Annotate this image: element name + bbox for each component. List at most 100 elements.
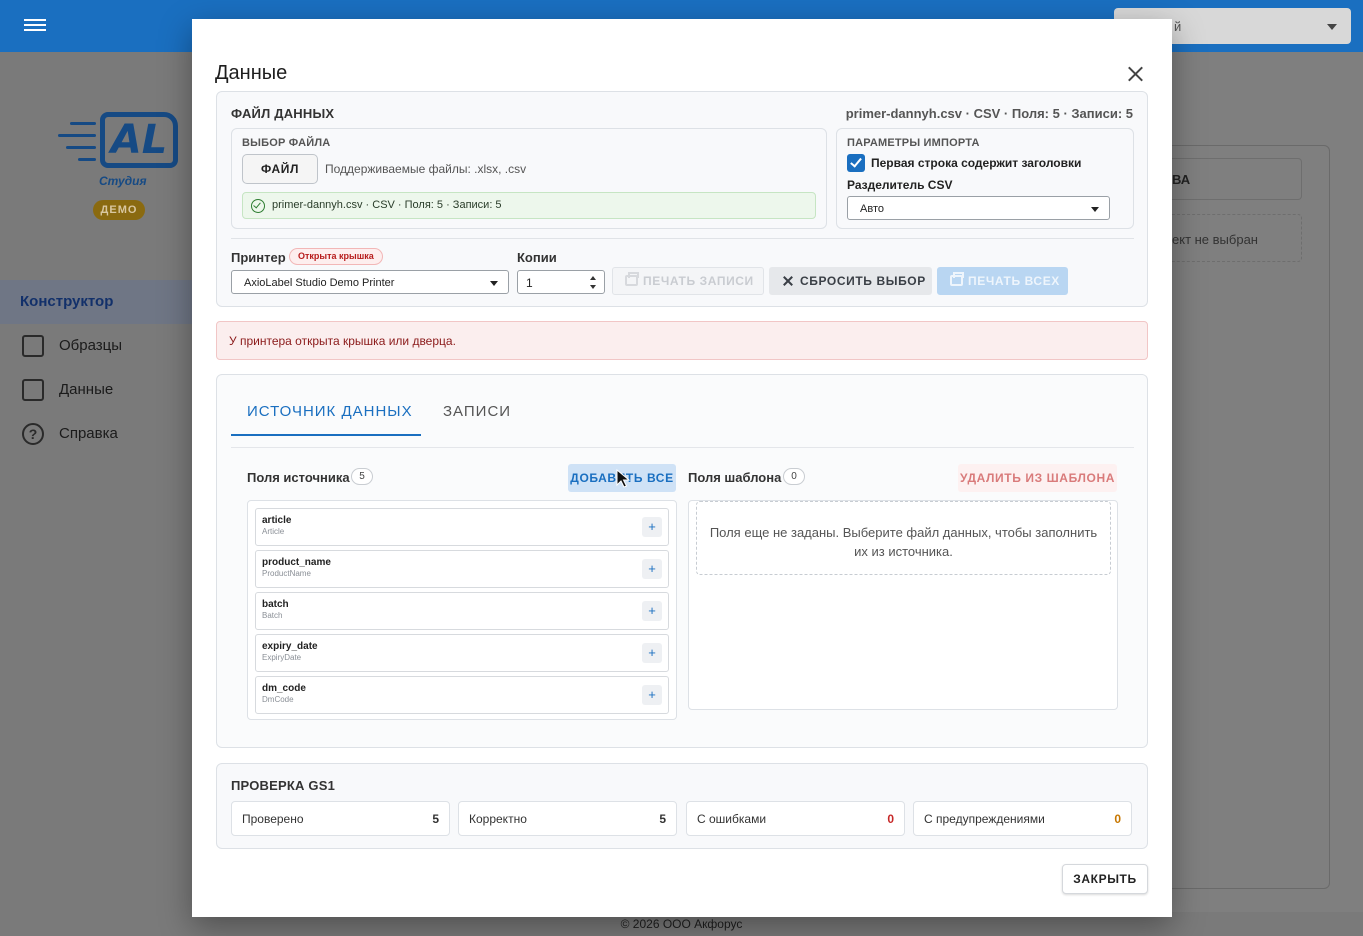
properties-panel: ВА ект не выбран <box>1172 145 1330 889</box>
stat-checked: Проверено 5 <box>231 801 450 836</box>
copies-value: 1 <box>526 276 533 290</box>
nav-data[interactable]: Данные <box>0 368 192 412</box>
stat-label: С ошибками <box>697 812 767 826</box>
add-field-button[interactable]: + <box>642 685 662 705</box>
source-field-item[interactable]: batch Batch + <box>255 592 669 630</box>
field-alias: Article <box>262 527 285 536</box>
stat-errors: С ошибками 0 <box>686 801 905 836</box>
add-field-button[interactable]: + <box>642 559 662 579</box>
stat-value: 0 <box>1114 812 1121 826</box>
csv-separator-value: Авто <box>860 203 884 215</box>
printer-icon <box>950 272 964 286</box>
stat-value: 5 <box>659 812 666 826</box>
file-card-divider <box>231 238 1134 239</box>
nav-constructor-label: Конструктор <box>20 293 114 310</box>
field-alias: DmCode <box>262 695 294 704</box>
tabs-divider <box>231 447 1134 448</box>
close-icon[interactable] <box>1123 62 1147 86</box>
nav-data-label: Данные <box>59 381 114 398</box>
source-field-item[interactable]: product_name ProductName + <box>255 550 669 588</box>
demo-badge: ДЕМО <box>93 200 145 220</box>
field-alias: Batch <box>262 611 283 620</box>
menu-icon[interactable] <box>22 16 48 36</box>
file-select-heading: ВЫБОР ФАЙЛА <box>242 137 331 149</box>
file-card: ФАЙЛ ДАННЫХ primer-dannyh.csv · CSV · По… <box>216 91 1148 307</box>
csv-separator-select[interactable]: Авто <box>847 196 1110 220</box>
template-fields-title: Поля шаблона <box>688 470 782 485</box>
properties-button[interactable]: ВА <box>1172 158 1302 200</box>
stat-warnings: С предупреждениями 0 <box>913 801 1132 836</box>
print-all-button[interactable]: ПЕЧАТЬ ВСЕХ <box>937 267 1068 295</box>
field-name: article <box>262 515 292 526</box>
chevron-down-icon <box>1091 207 1099 212</box>
printer-icon <box>625 272 639 286</box>
close-icon <box>782 275 795 286</box>
table-icon <box>22 379 44 401</box>
reset-selection-button[interactable]: СБРОСИТЬ ВЫБОР <box>769 267 932 295</box>
printer-select[interactable]: AxioLabel Studio Demo Printer <box>231 270 509 294</box>
tab-records[interactable]: ЗАПИСИ <box>443 403 511 420</box>
dialog-title: Данные <box>215 62 288 84</box>
no-object-placeholder: ект не выбран <box>1172 214 1302 262</box>
stepper-up-icon[interactable] <box>590 276 596 280</box>
nav-help-label: Справка <box>59 425 118 442</box>
template-fields-count: 0 <box>783 468 805 485</box>
remove-from-template-button[interactable]: УДАЛИТЬ ИЗ ШАБЛОНА <box>958 464 1117 492</box>
header-row-checkbox[interactable] <box>847 154 865 172</box>
file-loaded-text: primer-dannyh.csv · CSV · Поля: 5 · Запи… <box>272 199 502 211</box>
top-select-value: й <box>1174 19 1182 34</box>
add-field-button[interactable]: + <box>642 643 662 663</box>
nav-samples[interactable]: Образцы <box>0 324 192 368</box>
field-alias: ProductName <box>262 569 311 578</box>
file-summary: primer-dannyh.csv · CSV · Поля: 5 · Запи… <box>845 106 1133 121</box>
field-alias: ExpiryDate <box>262 653 302 662</box>
import-params-heading: ПАРАМЕТРЫ ИМПОРТА <box>847 137 980 149</box>
stepper-down-icon[interactable] <box>590 285 596 289</box>
printer-select-value: AxioLabel Studio Demo Printer <box>244 277 395 289</box>
csv-separator-label: Разделитель CSV <box>847 178 953 192</box>
printer-alert: У принтера открыта крышка или дверца. <box>216 321 1148 360</box>
template-field-list: Поля еще не заданы. Выберите файл данных… <box>688 500 1118 710</box>
close-button[interactable]: ЗАКРЫТЬ <box>1062 864 1148 894</box>
source-field-item[interactable]: dm_code DmCode + <box>255 676 669 714</box>
field-name: product_name <box>262 557 331 568</box>
field-name: dm_code <box>262 683 306 694</box>
source-fields-count: 5 <box>351 468 373 485</box>
print-all-label: ПЕЧАТЬ ВСЕХ <box>968 274 1060 288</box>
file-loaded-status: primer-dannyh.csv · CSV · Поля: 5 · Запи… <box>242 192 816 219</box>
print-record-button[interactable]: ПЕЧАТЬ ЗАПИСИ <box>612 267 764 295</box>
active-tab-indicator <box>231 434 421 436</box>
field-name: expiry_date <box>262 641 318 652</box>
stat-label: Проверено <box>242 812 304 826</box>
add-field-button[interactable]: + <box>642 601 662 621</box>
tab-data-source[interactable]: ИСТОЧНИК ДАННЫХ <box>247 403 413 420</box>
chevron-down-icon <box>1327 24 1337 30</box>
header-row-label: Первая строка содержит заголовки <box>871 156 1082 170</box>
check-circle-icon <box>251 199 265 213</box>
import-params-box: ПАРАМЕТРЫ ИМПОРТА Первая строка содержит… <box>836 128 1134 229</box>
source-fields-title: Поля источника <box>247 470 350 485</box>
chevron-down-icon <box>490 281 498 286</box>
file-button[interactable]: ФАЙЛ <box>242 154 318 184</box>
stat-value: 0 <box>887 812 894 826</box>
no-object-text: ект не выбран <box>1172 232 1258 247</box>
mapping-card: ИСТОЧНИК ДАННЫХ ЗАПИСИ Поля источника 5 … <box>216 374 1148 748</box>
data-dialog: Данные ФАЙЛ ДАННЫХ primer-dannyh.csv · C… <box>192 19 1172 917</box>
logo-text: AL <box>100 112 178 168</box>
stat-valid: Корректно 5 <box>458 801 677 836</box>
file-select-box: ВЫБОР ФАЙЛА ФАЙЛ Поддерживаемые файлы: .… <box>231 128 827 229</box>
lid-open-badge: Открыта крышка <box>289 248 383 265</box>
gs1-heading: ПРОВЕРКА GS1 <box>231 778 336 793</box>
source-field-list: article Article + product_name ProductNa… <box>247 500 677 720</box>
source-field-item[interactable]: article Article + <box>255 508 669 546</box>
source-field-item[interactable]: expiry_date ExpiryDate + <box>255 634 669 672</box>
stat-label: Корректно <box>469 812 527 826</box>
properties-button-label: ВА <box>1172 172 1191 187</box>
nav-constructor[interactable]: Конструктор <box>0 280 192 324</box>
copies-label: Копии <box>517 250 557 265</box>
nav-help[interactable]: ? Справка <box>0 412 192 456</box>
add-field-button[interactable]: + <box>642 517 662 537</box>
copies-stepper[interactable]: 1 <box>517 270 605 294</box>
stat-value: 5 <box>432 812 439 826</box>
help-icon: ? <box>22 423 44 445</box>
